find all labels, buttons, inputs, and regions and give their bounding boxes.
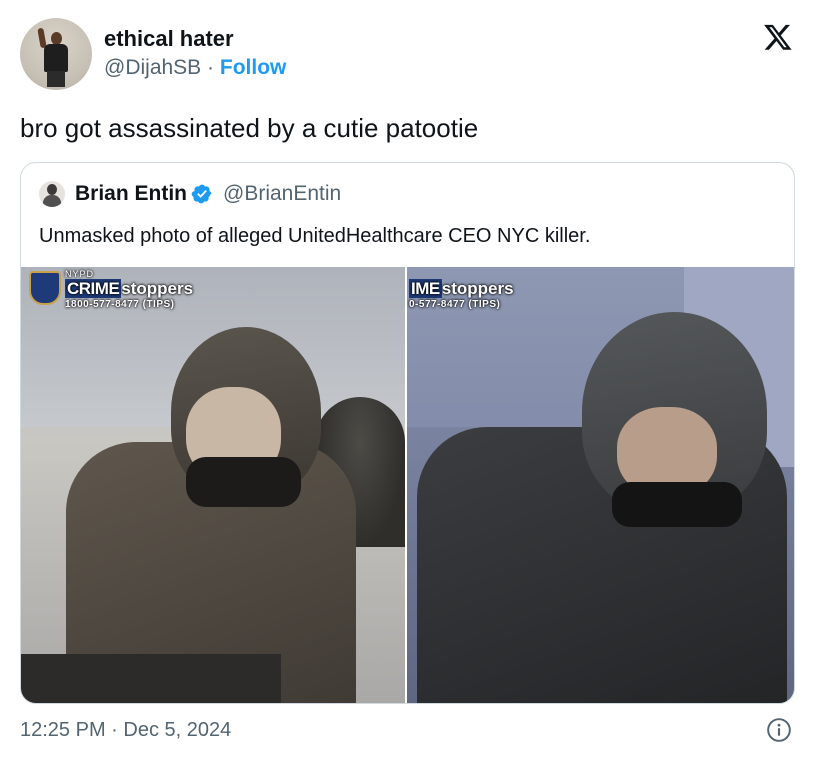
watermark-phone: 1800-577-8477 (TIPS): [65, 299, 175, 310]
author-names: ethical hater @DijahSB · Follow: [104, 25, 286, 83]
surveillance-photo-looking-down[interactable]: IME stoppers 0-577-8477 (TIPS): [407, 267, 794, 703]
quoted-author-display-name[interactable]: Brian Entin: [75, 182, 187, 206]
watermark-title-a: IME: [409, 279, 442, 298]
surveillance-photo-smiling[interactable]: NYPD CRIME stoppers 1800-577-8477 (TIPS): [21, 267, 405, 703]
info-icon[interactable]: [766, 717, 792, 743]
tweet-timestamp[interactable]: 12:25 PM · Dec 5, 2024: [20, 716, 231, 744]
author-avatar[interactable]: [20, 18, 92, 90]
watermark-title: CRIME stoppers: [65, 279, 193, 299]
quoted-media: NYPD CRIME stoppers 1800-577-8477 (TIPS) …: [21, 267, 794, 703]
watermark-phone: 0-577-8477 (TIPS): [409, 299, 501, 310]
watermark-title-b: stoppers: [121, 279, 194, 298]
author-display-name[interactable]: ethical hater: [104, 25, 286, 53]
watermark-title-b: stoppers: [441, 279, 514, 298]
quoted-author: Brian Entin @BrianEntin: [39, 181, 341, 207]
quoted-author-handle[interactable]: @BrianEntin: [223, 182, 341, 206]
author-handle-row: @DijahSB · Follow: [104, 53, 286, 83]
author-handle[interactable]: @DijahSB: [104, 56, 201, 79]
quoted-tweet-text: Unmasked photo of alleged UnitedHealthca…: [39, 225, 591, 247]
watermark-title: IME stoppers: [409, 279, 514, 299]
tweet-author: ethical hater @DijahSB · Follow: [20, 18, 286, 90]
quoted-author-avatar[interactable]: [39, 181, 65, 207]
x-logo-icon[interactable]: [762, 22, 794, 52]
quoted-tweet[interactable]: Brian Entin @BrianEntin Unmasked photo o…: [20, 162, 795, 704]
watermark-nypd: NYPD: [65, 269, 95, 279]
follow-button[interactable]: Follow: [220, 56, 287, 79]
nypd-badge-icon: [29, 271, 61, 305]
tweet-text: bro got assassinated by a cutie patootie: [20, 113, 479, 143]
watermark-title-a: CRIME: [65, 279, 122, 298]
verified-badge-icon: [191, 184, 212, 204]
separator-dot: ·: [207, 56, 215, 79]
